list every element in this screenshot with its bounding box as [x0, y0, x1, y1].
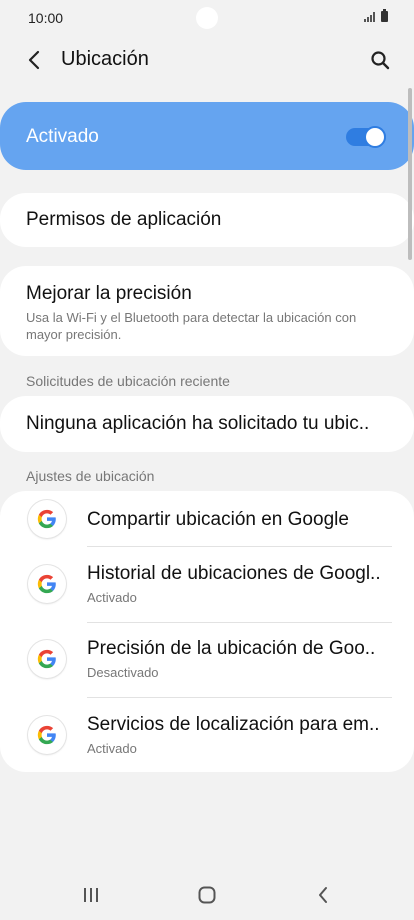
google-icon — [28, 500, 66, 538]
location-switch[interactable] — [346, 126, 386, 148]
app-header: Ubicación — [0, 36, 414, 84]
google-item-title: Historial de ubicaciones de Googl.. — [87, 563, 381, 584]
back-icon — [319, 887, 327, 903]
back-button[interactable] — [20, 46, 48, 74]
google-icon — [28, 716, 66, 754]
master-toggle-label: Activado — [26, 126, 99, 147]
google-location-accuracy-item[interactable]: Precisión de la ubicación de Goo.. Desac… — [0, 623, 414, 698]
battery-icon — [381, 9, 388, 22]
nav-back-button[interactable] — [308, 880, 338, 910]
location-settings-header: Ajustes de ubicación — [26, 468, 155, 484]
google-icon — [28, 565, 66, 603]
camera-cutout — [196, 7, 218, 29]
improve-accuracy-label: Mejorar la precisión — [26, 283, 192, 304]
google-item-title: Servicios de localización para em.. — [87, 714, 380, 735]
search-button[interactable] — [366, 46, 394, 74]
improve-accuracy-description: Usa la Wi-Fi y el Bluetooth para detecta… — [26, 310, 357, 342]
google-item-title: Precisión de la ubicación de Goo.. — [87, 638, 376, 659]
recent-requests-header: Solicitudes de ubicación reciente — [26, 373, 230, 389]
search-icon — [371, 51, 390, 70]
google-item-status: Desactivado — [87, 665, 159, 680]
recent-apps-icon — [84, 888, 98, 902]
page-title: Ubicación — [61, 48, 149, 70]
switch-thumb — [364, 126, 386, 148]
google-item-status: Activado — [87, 590, 137, 605]
google-item-status: Activado — [87, 741, 137, 756]
location-master-toggle[interactable]: Activado — [0, 102, 414, 170]
scrollbar[interactable] — [408, 88, 412, 260]
status-bar: 10:00 — [0, 0, 414, 36]
home-button[interactable] — [192, 880, 222, 910]
emergency-location-service-item[interactable]: Servicios de localización para em.. Acti… — [0, 698, 414, 773]
status-icons — [364, 9, 388, 22]
app-permissions-item[interactable]: Permisos de aplicación — [0, 193, 414, 247]
google-location-history-item[interactable]: Historial de ubicaciones de Googl.. Acti… — [0, 547, 414, 622]
navigation-bar — [0, 866, 414, 920]
recent-requests-card: Ninguna aplicación ha solicitado tu ubic… — [0, 396, 414, 452]
home-icon — [198, 886, 216, 904]
google-icon — [28, 640, 66, 678]
app-permissions-label: Permisos de aplicación — [26, 209, 222, 230]
google-item-title: Compartir ubicación en Google — [87, 509, 349, 530]
location-settings-card: Compartir ubicación en Google Historial … — [0, 491, 414, 772]
improve-accuracy-item[interactable]: Mejorar la precisión Usa la Wi-Fi y el B… — [0, 266, 414, 356]
recent-requests-empty: Ninguna aplicación ha solicitado tu ubic… — [26, 413, 370, 434]
recent-apps-button[interactable] — [76, 880, 106, 910]
chevron-left-icon — [28, 50, 40, 70]
status-time: 10:00 — [28, 10, 64, 26]
signal-icon — [364, 12, 375, 22]
